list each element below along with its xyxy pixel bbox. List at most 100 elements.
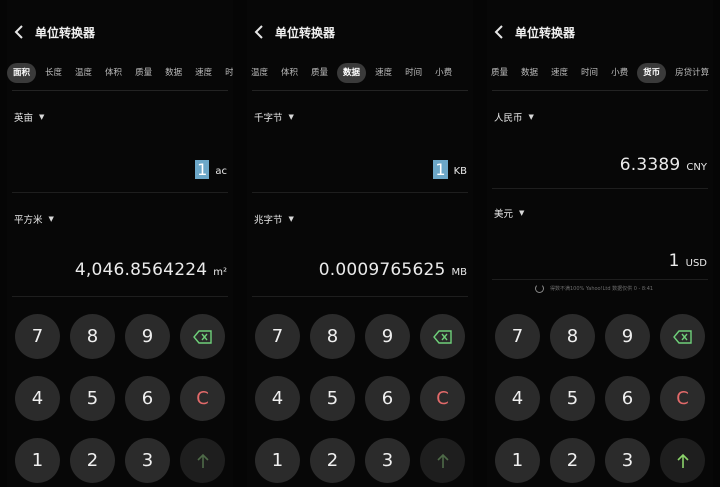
divider bbox=[252, 90, 468, 91]
from-value-field[interactable]: 1 KB bbox=[433, 160, 467, 179]
to-unit-select[interactable]: 平方米 ▼ bbox=[14, 212, 54, 226]
clear-button[interactable]: C bbox=[180, 376, 225, 421]
divider bbox=[12, 90, 228, 91]
key-5[interactable]: 5 bbox=[310, 376, 355, 421]
backspace-icon bbox=[432, 329, 452, 344]
key-2[interactable]: 2 bbox=[310, 438, 355, 483]
key-4[interactable]: 4 bbox=[15, 376, 60, 421]
to-value-field: 4,046.8564224 m² bbox=[75, 260, 227, 280]
tab-data[interactable]: 数据 bbox=[337, 63, 367, 83]
tab-speed[interactable]: 速度 bbox=[371, 63, 396, 83]
swap-button[interactable] bbox=[660, 438, 705, 483]
key-7[interactable]: 7 bbox=[255, 314, 300, 359]
tab-speed[interactable]: 速度 bbox=[547, 63, 572, 83]
swap-button[interactable] bbox=[180, 438, 225, 483]
key-3[interactable]: 3 bbox=[125, 438, 170, 483]
key-6[interactable]: 6 bbox=[125, 376, 170, 421]
from-value-field[interactable]: 6.3389 CNY bbox=[620, 155, 707, 175]
key-2[interactable]: 2 bbox=[70, 438, 115, 483]
key-3[interactable]: 3 bbox=[365, 438, 410, 483]
from-value: 1 bbox=[195, 160, 210, 179]
key-8[interactable]: 8 bbox=[550, 314, 595, 359]
divider bbox=[252, 192, 468, 193]
clear-button[interactable]: C bbox=[660, 376, 705, 421]
from-unit-select[interactable]: 千字节 ▼ bbox=[254, 110, 294, 124]
tab-temperature[interactable]: 温度 bbox=[71, 63, 96, 83]
arrow-up-icon bbox=[436, 453, 449, 468]
converter-screen-data: 单位转换器 温度 体积 质量 数据 速度 时间 小费 千字节 ▼ 1 KB 兆字节… bbox=[247, 0, 473, 487]
key-5[interactable]: 5 bbox=[550, 376, 595, 421]
key-6[interactable]: 6 bbox=[605, 376, 650, 421]
from-value: 1 bbox=[433, 160, 448, 179]
key-9[interactable]: 9 bbox=[125, 314, 170, 359]
key-1[interactable]: 1 bbox=[15, 438, 60, 483]
back-icon[interactable] bbox=[11, 23, 29, 41]
from-unit-select[interactable]: 人民币 ▼ bbox=[494, 110, 534, 124]
tab-area[interactable]: 面积 bbox=[7, 63, 37, 83]
key-4[interactable]: 4 bbox=[495, 376, 540, 421]
arrow-up-icon bbox=[676, 453, 689, 468]
tab-tip[interactable]: 小费 bbox=[431, 63, 456, 83]
from-unit-select[interactable]: 英亩 ▼ bbox=[14, 110, 44, 124]
tab-currency[interactable]: 货币 bbox=[637, 63, 667, 83]
key-8[interactable]: 8 bbox=[310, 314, 355, 359]
key-2[interactable]: 2 bbox=[550, 438, 595, 483]
tab-volume[interactable]: 体积 bbox=[277, 63, 302, 83]
key-9[interactable]: 9 bbox=[605, 314, 650, 359]
key-7[interactable]: 7 bbox=[15, 314, 60, 359]
top-bar: 单位转换器 bbox=[247, 18, 473, 46]
key-8[interactable]: 8 bbox=[70, 314, 115, 359]
tab-mortgage[interactable]: 房贷计算 bbox=[671, 63, 713, 83]
to-value: 4,046.8564224 bbox=[74, 260, 208, 280]
tab-speed[interactable]: 速度 bbox=[191, 63, 216, 83]
key-3[interactable]: 3 bbox=[605, 438, 650, 483]
from-value-field[interactable]: 1 ac bbox=[195, 160, 227, 179]
key-6[interactable]: 6 bbox=[365, 376, 410, 421]
dropdown-icon: ▼ bbox=[528, 113, 534, 121]
backspace-button[interactable] bbox=[660, 314, 705, 359]
refresh-icon[interactable] bbox=[535, 284, 544, 293]
tab-mass[interactable]: 质量 bbox=[307, 63, 332, 83]
tab-time[interactable]: 时 bbox=[221, 63, 233, 83]
key-4[interactable]: 4 bbox=[255, 376, 300, 421]
arrow-up-icon bbox=[196, 453, 209, 468]
to-unit-select[interactable]: 美元 ▼ bbox=[494, 206, 524, 220]
page-title: 单位转换器 bbox=[515, 25, 576, 40]
key-1[interactable]: 1 bbox=[255, 438, 300, 483]
swap-button[interactable] bbox=[420, 438, 465, 483]
tab-temperature[interactable]: 温度 bbox=[247, 63, 272, 83]
key-7[interactable]: 7 bbox=[495, 314, 540, 359]
top-bar: 单位转换器 bbox=[7, 18, 233, 46]
tab-time[interactable]: 时间 bbox=[577, 63, 602, 83]
tab-time[interactable]: 时间 bbox=[401, 63, 426, 83]
to-unit-label: 兆字节 bbox=[254, 215, 283, 226]
from-unit-label: 千字节 bbox=[254, 113, 283, 124]
key-5[interactable]: 5 bbox=[70, 376, 115, 421]
clear-button[interactable]: C bbox=[420, 376, 465, 421]
tab-data[interactable]: 数据 bbox=[161, 63, 186, 83]
key-1[interactable]: 1 bbox=[495, 438, 540, 483]
tab-tip[interactable]: 小费 bbox=[607, 63, 632, 83]
back-icon[interactable] bbox=[491, 23, 509, 41]
category-tabs: 面积 长度 温度 体积 质量 数据 速度 时 bbox=[7, 61, 233, 85]
tab-volume[interactable]: 体积 bbox=[101, 63, 126, 83]
dropdown-icon: ▼ bbox=[288, 215, 294, 223]
dropdown-icon: ▼ bbox=[288, 113, 294, 121]
to-unit-select[interactable]: 兆字节 ▼ bbox=[254, 212, 294, 226]
from-unit-suffix: CNY bbox=[686, 162, 707, 173]
from-unit-label: 英亩 bbox=[14, 113, 34, 124]
to-unit-suffix: MB bbox=[451, 267, 468, 278]
key-9[interactable]: 9 bbox=[365, 314, 410, 359]
tab-mass[interactable]: 质量 bbox=[131, 63, 156, 83]
rate-note-text: 得数不满100% Yahoo!Ltd 数据仅供 0 - 8:41 bbox=[550, 286, 654, 292]
backspace-button[interactable] bbox=[420, 314, 465, 359]
divider bbox=[492, 279, 708, 280]
exchange-rate-note: 得数不满100% Yahoo!Ltd 数据仅供 0 - 8:41 bbox=[535, 284, 653, 293]
tab-data[interactable]: 数据 bbox=[517, 63, 542, 83]
tab-mass[interactable]: 质量 bbox=[487, 63, 512, 83]
converter-screen-area: 单位转换器 面积 长度 温度 体积 质量 数据 速度 时 英亩 ▼ 1 ac 平方… bbox=[7, 0, 233, 487]
to-value: 1 bbox=[668, 251, 680, 271]
back-icon[interactable] bbox=[251, 23, 269, 41]
tab-length[interactable]: 长度 bbox=[41, 63, 66, 83]
backspace-button[interactable] bbox=[180, 314, 225, 359]
